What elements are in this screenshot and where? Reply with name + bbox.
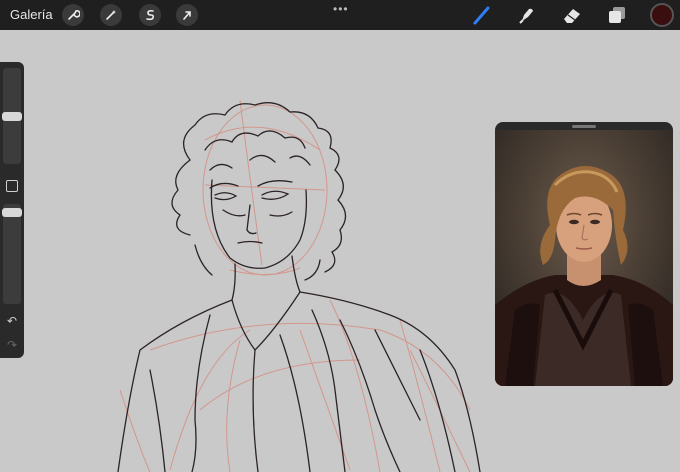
top-toolbar: Galería ••• [0,0,680,30]
brush-sidebar: ↶ ↷ [0,62,24,358]
gallery-button[interactable]: Galería [10,7,53,22]
eraser-icon[interactable] [560,4,584,26]
layers-icon[interactable] [605,4,629,26]
brush-size-thumb[interactable] [2,112,22,121]
more-options-icon[interactable]: ••• [333,2,349,16]
smudge-icon[interactable] [515,4,539,26]
redo-icon[interactable]: ↷ [5,338,19,352]
modify-button[interactable] [6,180,18,192]
color-picker-button[interactable] [650,3,674,27]
brush-icon[interactable] [470,4,494,26]
undo-icon[interactable]: ↶ [5,314,19,328]
arrow-cursor-icon[interactable] [176,4,198,26]
wrench-icon[interactable] [62,4,84,26]
reference-photo [495,130,673,386]
opacity-thumb[interactable] [2,208,22,217]
reference-window[interactable] [495,122,673,386]
selection-icon[interactable] [139,4,161,26]
opacity-slider[interactable] [3,204,21,304]
magic-wand-icon[interactable] [100,4,122,26]
reference-drag-handle[interactable] [572,125,596,128]
